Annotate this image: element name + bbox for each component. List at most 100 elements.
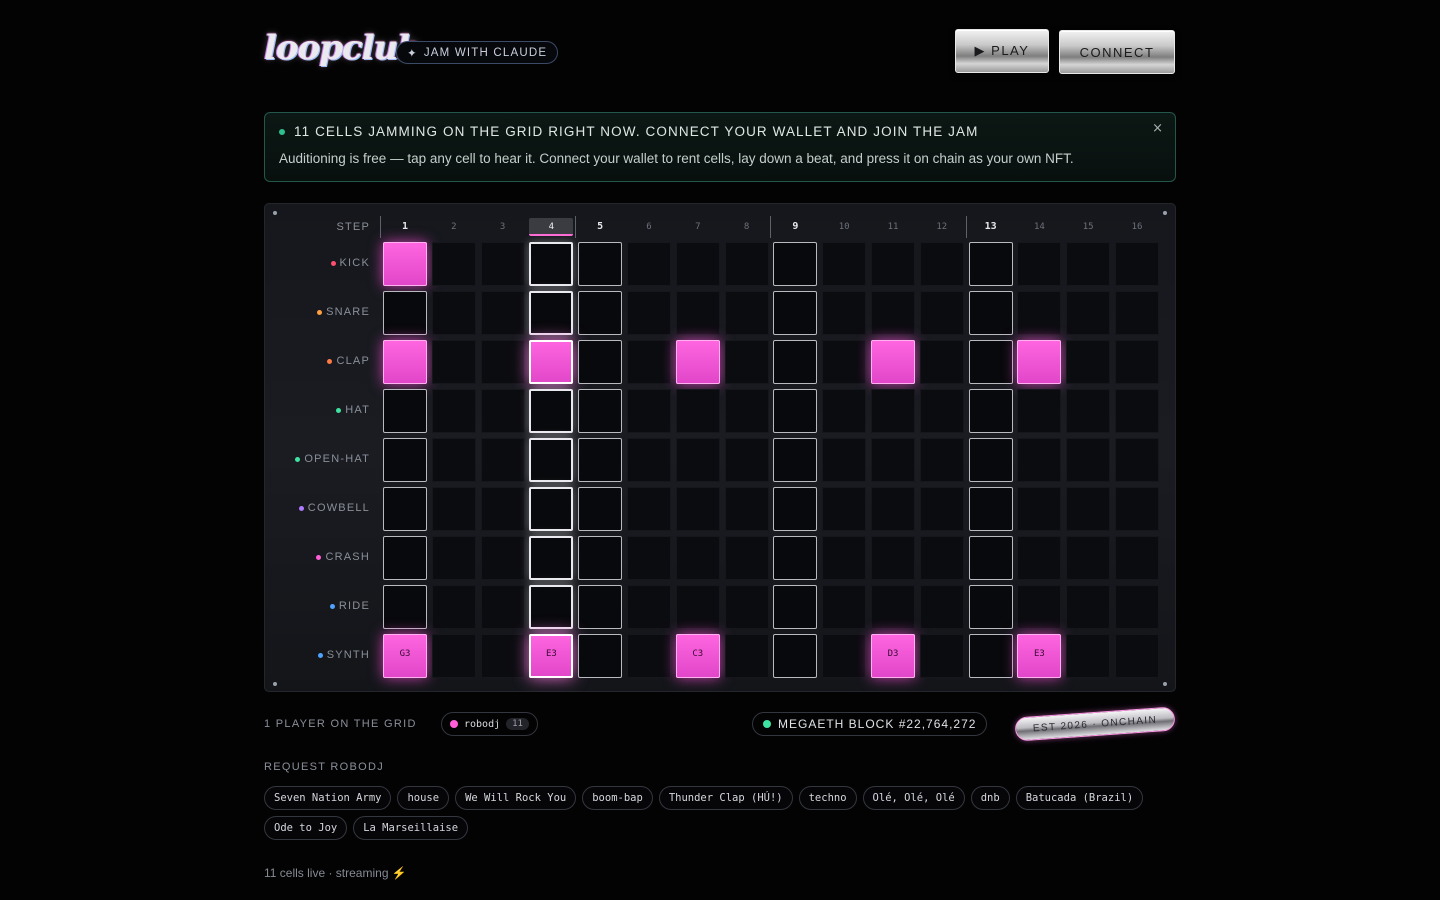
request-chip[interactable]: Seven Nation Army bbox=[264, 786, 392, 810]
grid-cell-ride-13[interactable] bbox=[968, 585, 1013, 629]
grid-cell-ride-2[interactable] bbox=[431, 585, 476, 629]
close-icon[interactable]: × bbox=[1152, 121, 1163, 136]
grid-cell-synth-2[interactable] bbox=[431, 634, 476, 678]
grid-cell-open-hat-14[interactable] bbox=[1017, 438, 1062, 482]
grid-cell-hat-6[interactable] bbox=[627, 389, 671, 433]
grid-cell-cowbell-13[interactable] bbox=[968, 487, 1013, 531]
grid-cell-hat-10[interactable] bbox=[822, 389, 867, 433]
grid-cell-hat-7[interactable] bbox=[675, 389, 720, 433]
grid-cell-crash-12[interactable] bbox=[919, 536, 964, 580]
request-chip[interactable]: Batucada (Brazil) bbox=[1015, 786, 1144, 810]
grid-cell-open-hat-9[interactable] bbox=[773, 438, 818, 482]
grid-cell-open-hat-1[interactable] bbox=[383, 438, 427, 482]
grid-cell-synth-14[interactable]: E3 bbox=[1017, 634, 1062, 678]
grid-cell-cowbell-11[interactable] bbox=[871, 487, 915, 531]
grid-cell-ride-9[interactable] bbox=[773, 585, 818, 629]
grid-cell-clap-11[interactable] bbox=[871, 340, 915, 384]
request-chip[interactable]: Olé, Olé, Olé bbox=[862, 786, 965, 810]
grid-cell-synth-3[interactable] bbox=[480, 634, 525, 678]
grid-cell-kick-15[interactable] bbox=[1066, 242, 1111, 286]
grid-cell-crash-14[interactable] bbox=[1017, 536, 1062, 580]
grid-cell-ride-12[interactable] bbox=[919, 585, 964, 629]
request-chip[interactable]: We Will Rock You bbox=[455, 786, 577, 810]
grid-cell-open-hat-11[interactable] bbox=[871, 438, 915, 482]
grid-cell-clap-8[interactable] bbox=[724, 340, 769, 384]
grid-cell-synth-6[interactable] bbox=[627, 634, 671, 678]
grid-cell-clap-2[interactable] bbox=[431, 340, 476, 384]
grid-cell-crash-16[interactable] bbox=[1115, 536, 1159, 580]
grid-cell-synth-9[interactable] bbox=[773, 634, 818, 678]
grid-cell-crash-8[interactable] bbox=[724, 536, 769, 580]
grid-cell-hat-16[interactable] bbox=[1115, 389, 1159, 433]
grid-cell-cowbell-8[interactable] bbox=[724, 487, 769, 531]
grid-cell-synth-13[interactable] bbox=[968, 634, 1013, 678]
grid-cell-cowbell-16[interactable] bbox=[1115, 487, 1159, 531]
grid-cell-clap-4[interactable] bbox=[529, 340, 574, 384]
grid-cell-snare-16[interactable] bbox=[1115, 291, 1159, 335]
grid-cell-clap-14[interactable] bbox=[1017, 340, 1062, 384]
grid-cell-crash-5[interactable] bbox=[578, 536, 623, 580]
grid-cell-kick-10[interactable] bbox=[822, 242, 867, 286]
grid-cell-open-hat-13[interactable] bbox=[968, 438, 1013, 482]
grid-cell-cowbell-3[interactable] bbox=[480, 487, 525, 531]
grid-cell-snare-3[interactable] bbox=[480, 291, 525, 335]
request-chip[interactable]: techno bbox=[798, 786, 857, 810]
grid-cell-open-hat-16[interactable] bbox=[1115, 438, 1159, 482]
grid-cell-kick-14[interactable] bbox=[1017, 242, 1062, 286]
grid-cell-synth-5[interactable] bbox=[578, 634, 623, 678]
grid-cell-ride-4[interactable] bbox=[529, 585, 574, 629]
grid-cell-clap-15[interactable] bbox=[1066, 340, 1111, 384]
grid-cell-snare-6[interactable] bbox=[627, 291, 671, 335]
grid-cell-hat-8[interactable] bbox=[724, 389, 769, 433]
grid-cell-cowbell-9[interactable] bbox=[773, 487, 818, 531]
grid-cell-snare-15[interactable] bbox=[1066, 291, 1111, 335]
grid-cell-crash-11[interactable] bbox=[871, 536, 915, 580]
grid-cell-snare-11[interactable] bbox=[871, 291, 915, 335]
grid-cell-synth-7[interactable]: C3 bbox=[675, 634, 720, 678]
play-button[interactable]: ▶ PLAY bbox=[955, 29, 1049, 73]
grid-cell-clap-9[interactable] bbox=[773, 340, 818, 384]
grid-cell-cowbell-12[interactable] bbox=[919, 487, 964, 531]
grid-cell-ride-6[interactable] bbox=[627, 585, 671, 629]
grid-cell-kick-3[interactable] bbox=[480, 242, 525, 286]
grid-cell-kick-5[interactable] bbox=[578, 242, 623, 286]
grid-cell-cowbell-14[interactable] bbox=[1017, 487, 1062, 531]
connect-button[interactable]: CONNECT bbox=[1059, 30, 1175, 74]
grid-cell-clap-13[interactable] bbox=[968, 340, 1013, 384]
request-chip[interactable]: La Marseillaise bbox=[353, 816, 469, 840]
grid-cell-open-hat-6[interactable] bbox=[627, 438, 671, 482]
grid-cell-ride-8[interactable] bbox=[724, 585, 769, 629]
grid-cell-synth-1[interactable]: G3 bbox=[383, 634, 427, 678]
grid-cell-hat-3[interactable] bbox=[480, 389, 525, 433]
grid-cell-snare-9[interactable] bbox=[773, 291, 818, 335]
jam-with-claude-button[interactable]: ✦ JAM WITH CLAUDE bbox=[396, 41, 559, 64]
grid-cell-hat-2[interactable] bbox=[431, 389, 476, 433]
grid-cell-kick-13[interactable] bbox=[968, 242, 1013, 286]
grid-cell-cowbell-2[interactable] bbox=[431, 487, 476, 531]
grid-cell-crash-6[interactable] bbox=[627, 536, 671, 580]
grid-cell-hat-5[interactable] bbox=[578, 389, 623, 433]
grid-cell-kick-12[interactable] bbox=[919, 242, 964, 286]
grid-cell-ride-5[interactable] bbox=[578, 585, 623, 629]
grid-cell-clap-3[interactable] bbox=[480, 340, 525, 384]
grid-cell-hat-15[interactable] bbox=[1066, 389, 1111, 433]
request-chip[interactable]: house bbox=[397, 786, 450, 810]
player-pill[interactable]: robodj 11 bbox=[441, 712, 538, 736]
grid-cell-snare-12[interactable] bbox=[919, 291, 964, 335]
request-chip[interactable]: Ode to Joy bbox=[264, 816, 348, 840]
grid-cell-synth-15[interactable] bbox=[1066, 634, 1111, 678]
grid-cell-synth-11[interactable]: D3 bbox=[871, 634, 915, 678]
grid-cell-kick-9[interactable] bbox=[773, 242, 818, 286]
grid-cell-open-hat-4[interactable] bbox=[529, 438, 574, 482]
grid-cell-snare-2[interactable] bbox=[431, 291, 476, 335]
grid-cell-clap-5[interactable] bbox=[578, 340, 623, 384]
grid-cell-ride-16[interactable] bbox=[1115, 585, 1159, 629]
grid-cell-synth-8[interactable] bbox=[724, 634, 769, 678]
grid-cell-snare-5[interactable] bbox=[578, 291, 623, 335]
grid-cell-kick-1[interactable] bbox=[383, 242, 427, 286]
grid-cell-cowbell-7[interactable] bbox=[675, 487, 720, 531]
grid-cell-snare-1[interactable] bbox=[383, 291, 427, 335]
grid-cell-crash-9[interactable] bbox=[773, 536, 818, 580]
grid-cell-clap-1[interactable] bbox=[383, 340, 427, 384]
grid-cell-snare-14[interactable] bbox=[1017, 291, 1062, 335]
